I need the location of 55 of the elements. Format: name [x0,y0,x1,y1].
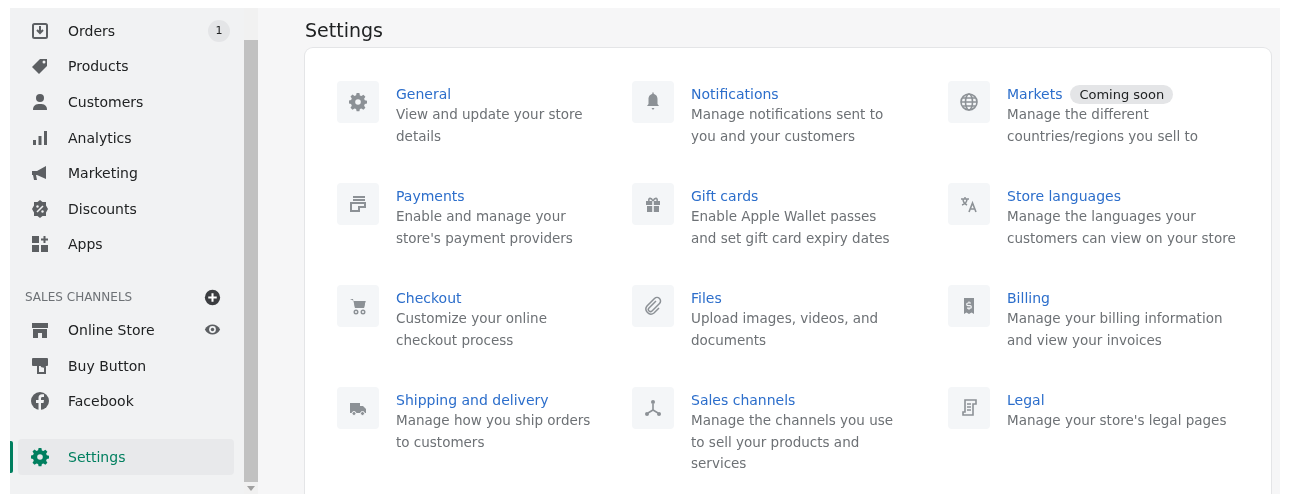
card-icon [348,194,368,214]
section-link[interactable]: Legal [1007,392,1045,408]
nav-item[interactable]: Buy Button [18,347,234,384]
section-description: Customize your online checkout process [396,309,548,350]
section-description: Manage your billing information and view your invoices [1007,309,1224,350]
nav-item[interactable]: Products [18,48,234,85]
facebook-icon [30,391,50,412]
person-icon [30,92,50,112]
section-link[interactable]: Gift cards [691,188,759,204]
section-link[interactable]: Store languages [1007,188,1121,204]
status-badge: Coming soon [1070,84,1174,104]
section-description: Upload images, videos, and documents [691,309,880,350]
scroll-icon [959,398,979,418]
nav-item[interactable]: Online Store [18,312,234,348]
count-badge: 1 [208,19,230,42]
settings-icon [348,92,368,112]
nav-item[interactable]: Customers [18,84,234,120]
section-link[interactable]: General [396,86,452,102]
section-link[interactable]: Billing [1007,290,1050,306]
tag-icon [30,56,50,77]
section-description: View and update your store details [396,105,584,146]
paperclip-icon [643,296,663,316]
badge-icon [30,198,50,219]
section-link[interactable]: Payments [396,188,465,204]
section-description: Enable and manage your store's payment providers [396,207,574,248]
section-link[interactable]: Checkout [396,290,462,306]
nav-item[interactable]: Marketing [18,155,234,191]
globe-icon [959,92,979,112]
grid-plus-icon [30,234,50,255]
section-description: Enable Apple Wallet passes and set gift card expiry dates [691,207,891,248]
section-link[interactable]: Sales channels [691,392,796,408]
nav-item[interactable]: Facebook [18,383,234,419]
add-icon[interactable] [204,288,221,306]
translate-icon [959,194,979,214]
section-description: Manage your store's legal pages [1007,411,1228,430]
hand-tap-icon [30,355,50,376]
section-description: Manage the channels you use to sell your products and services [691,411,895,473]
nav-item[interactable]: Orders 1 [18,13,234,49]
section-link[interactable]: Notifications [691,86,779,102]
section-description: Manage the languages your customers can view on your store [1007,207,1237,248]
section-link[interactable]: Files [691,290,722,306]
inbox-icon [30,20,50,41]
section-description: Manage how you ship orders to customers [396,411,592,452]
nav-item[interactable]: Apps [18,226,234,263]
network-icon [643,398,663,418]
section-description: Manage the different countries/regions you sell to [1007,105,1200,146]
cart-icon [348,296,368,316]
gear-icon [30,446,50,467]
section-heading: SALES CHANNELS [25,290,133,305]
nav-item[interactable]: Discounts [18,190,234,227]
section-link[interactable]: Shipping and delivery [396,392,549,408]
nav-item[interactable]: Analytics [18,119,234,156]
page-title: Settings [305,18,384,43]
section-link[interactable]: Markets [1007,86,1063,102]
section-description: Manage notifications sent to you and your customers [691,105,885,146]
